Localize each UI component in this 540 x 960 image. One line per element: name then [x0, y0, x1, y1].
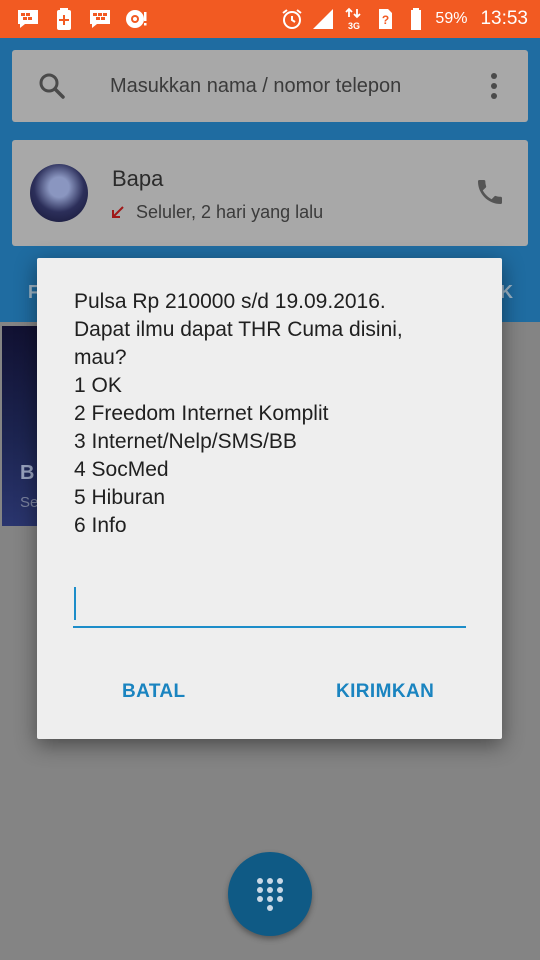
signal-icon: [313, 9, 334, 29]
system-status-icons: 3G ? 59% 13:53: [280, 6, 528, 32]
message-line: Dapat ilmu dapat THR Cuma disini,: [74, 318, 403, 341]
bbm-chat-icon: [90, 10, 110, 28]
svg-text:?: ?: [382, 13, 389, 27]
battery-saver-icon: [57, 8, 71, 30]
more-options-icon[interactable]: [490, 72, 498, 100]
battery-percent: 59%: [435, 10, 468, 27]
notification-icons: [16, 7, 148, 31]
menu-option-5: 5 Hiburan: [74, 486, 166, 509]
dialpad-button[interactable]: [228, 852, 312, 936]
status-bar: 3G ? 59% 13:53: [0, 0, 540, 38]
thumbnail-title: B: [20, 462, 35, 484]
menu-option-6: 6 Info: [74, 514, 127, 537]
send-button[interactable]: KIRIMKAN: [326, 668, 444, 716]
sim-unknown-icon: ?: [379, 9, 393, 29]
recent-call-card[interactable]: Bapa Seluler, 2 hari yang lalu: [12, 140, 528, 246]
camera-app-icon: [126, 10, 147, 28]
alarm-icon: [282, 9, 303, 29]
reply-input[interactable]: [73, 574, 466, 628]
menu-option-4: 4 SocMed: [74, 458, 169, 481]
battery-icon: [411, 8, 422, 30]
3g-data-icon: 3G: [345, 7, 362, 31]
avatar[interactable]: [30, 164, 88, 222]
thumbnail-subtitle: Se: [20, 494, 39, 511]
message-line: Pulsa Rp 210000 s/d 19.09.2016.: [74, 290, 386, 313]
clock: 13:53: [480, 8, 528, 29]
menu-option-3: 3 Internet/Nelp/SMS/BB: [74, 430, 297, 453]
search-bar[interactable]: Masukkan nama / nomor telepon: [12, 50, 528, 122]
search-icon[interactable]: [36, 70, 68, 102]
menu-option-2: 2 Freedom Internet Komplit: [74, 402, 329, 425]
text-cursor: [74, 587, 76, 620]
search-placeholder[interactable]: Masukkan nama / nomor telepon: [110, 75, 401, 98]
ussd-dialog: Pulsa Rp 210000 s/d 19.09.2016. Dapat il…: [37, 258, 502, 739]
call-detail: Seluler, 2 hari yang lalu: [136, 202, 324, 222]
phone-icon[interactable]: [474, 176, 506, 208]
network-type-label: 3G: [348, 21, 360, 31]
cancel-button[interactable]: BATAL: [112, 668, 196, 716]
dialog-message: Pulsa Rp 210000 s/d 19.09.2016. Dapat il…: [74, 288, 474, 540]
dialpad-icon: [257, 878, 283, 911]
missed-call-arrow-icon: [112, 206, 124, 218]
contact-name: Bapa: [112, 166, 164, 191]
menu-option-1: 1 OK: [74, 374, 122, 397]
message-line: mau?: [74, 346, 127, 369]
bbm-notification-icon: [18, 10, 38, 28]
